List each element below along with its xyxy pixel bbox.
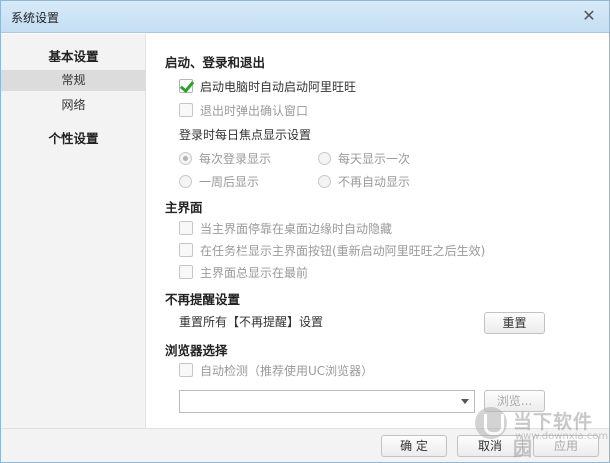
auto-detect-label: 自动检测（推荐使用UC浏览器）: [200, 363, 374, 378]
auto-hide-checkbox[interactable]: 当主界面停靠在桌面边缘时自动隐藏: [179, 220, 392, 236]
section-title-reminder: 不再提醒设置: [165, 292, 241, 307]
browser-path-select[interactable]: [179, 390, 475, 413]
confirm-exit-checkbox[interactable]: 退出时弹出确认窗口: [179, 102, 308, 118]
confirm-exit-label: 退出时弹出确认窗口: [200, 103, 309, 118]
section-title-startup: 启动、登录和退出: [165, 55, 266, 70]
taskbar-button-label: 在任务栏显示主界面按钮(重新启动阿里旺旺之后生效): [200, 243, 486, 258]
sidebar: 基本设置 常规 网络 个性设置: [1, 34, 146, 428]
cancel-button[interactable]: 取消: [457, 435, 523, 457]
radio-label: 每次登录显示: [199, 151, 272, 166]
radio-once-daily[interactable]: 每天显示一次: [318, 150, 410, 166]
section-title-browser: 浏览器选择: [165, 343, 228, 358]
radio-label: 不再自动显示: [338, 174, 411, 189]
auto-start-checkbox[interactable]: 启动电脑时自动启动阿里旺旺: [179, 78, 356, 94]
browse-button[interactable]: 浏览...: [484, 390, 545, 412]
radio-label: 一周后显示: [199, 174, 260, 189]
radio-every-login[interactable]: 每次登录显示: [179, 150, 271, 166]
taskbar-button-checkbox[interactable]: 在任务栏显示主界面按钮(重新启动阿里旺旺之后生效): [179, 242, 485, 258]
checkmark-icon[interactable]: [179, 79, 193, 93]
radio-label: 每天显示一次: [338, 151, 411, 166]
sidebar-group-personal[interactable]: 个性设置: [1, 128, 146, 147]
always-on-top-label: 主界面总显示在最前: [200, 265, 309, 280]
radio-button[interactable]: [318, 174, 331, 188]
daily-focus-label: 登录时每日焦点显示设置: [179, 128, 312, 142]
title-bar: 系统设置 ✕: [1, 1, 609, 33]
radio-after-week[interactable]: 一周后显示: [179, 173, 259, 189]
auto-hide-label: 当主界面停靠在桌面边缘时自动隐藏: [200, 221, 393, 236]
auto-start-label: 启动电脑时自动启动阿里旺旺: [200, 79, 357, 94]
sidebar-group-basic[interactable]: 基本设置: [1, 46, 146, 65]
chevron-down-icon[interactable]: [461, 399, 469, 404]
checkbox-box[interactable]: [179, 221, 193, 235]
radio-never[interactable]: 不再自动显示: [318, 173, 410, 189]
section-title-main-ui: 主界面: [165, 200, 203, 215]
checkbox-box[interactable]: [179, 265, 193, 279]
window-title: 系统设置: [11, 11, 60, 25]
sidebar-item-network[interactable]: 网络: [1, 95, 146, 116]
settings-window: 系统设置 ✕ 基本设置 常规 网络 个性设置 启动、登录和退出 启动电脑时自动启…: [0, 0, 610, 463]
radio-button[interactable]: [318, 151, 331, 165]
settings-content: 启动、登录和退出 启动电脑时自动启动阿里旺旺 退出时弹出确认窗口 登录时每日焦点…: [146, 34, 609, 428]
apply-button[interactable]: 应用: [533, 435, 599, 457]
ok-button[interactable]: 确 定: [381, 435, 447, 457]
radio-button[interactable]: [179, 174, 192, 188]
checkbox-box[interactable]: [179, 103, 193, 117]
dialog-footer: 确 定 取消 应用: [1, 428, 609, 462]
sidebar-item-general[interactable]: 常规: [1, 70, 146, 91]
auto-detect-checkbox[interactable]: 自动检测（推荐使用UC浏览器）: [179, 362, 373, 378]
checkbox-box[interactable]: [179, 243, 193, 257]
close-icon[interactable]: ✕: [579, 6, 599, 26]
checkbox-box[interactable]: [179, 363, 193, 377]
always-on-top-checkbox[interactable]: 主界面总显示在最前: [179, 264, 308, 280]
radio-button[interactable]: [179, 151, 192, 165]
reset-button[interactable]: 重置: [484, 312, 545, 334]
reset-reminder-text: 重置所有【不再提醒】设置: [179, 315, 324, 329]
